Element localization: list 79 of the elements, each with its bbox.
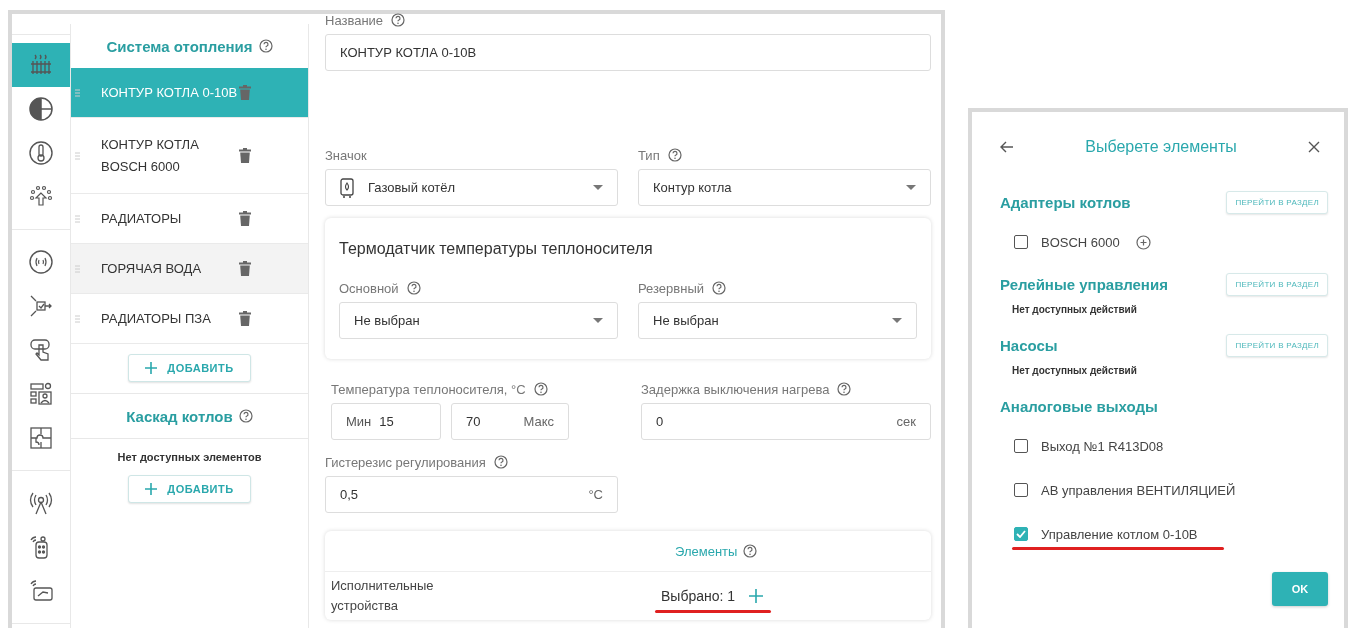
dialog-title: Выберете элементы [1085,138,1237,156]
back-arrow-icon[interactable] [1000,141,1014,153]
section-title: Насосы [1000,336,1058,354]
field-label: Основной [339,280,399,296]
plus-icon [145,362,158,374]
trash-icon[interactable] [239,148,251,163]
input-field[interactable]: КОНТУР КОТЛА 0-10В [325,34,931,71]
close-icon[interactable] [1308,141,1320,153]
drag-handle-icon[interactable] [75,151,80,160]
help-icon[interactable] [837,382,852,396]
help-icon[interactable] [743,544,758,558]
checkbox-label: АВ управления ВЕНТИЛЯЦИЕЙ [1041,482,1236,498]
nav-icon [28,425,54,451]
select-field[interactable]: Газовый котёл [325,169,618,206]
section-title: Каскад котлов [126,407,233,425]
empty-message: Нет доступных действий [1011,303,1138,317]
checkbox[interactable] [1014,527,1028,541]
field-label: Тип [638,147,660,163]
field-label: Название [325,12,384,28]
list-item[interactable]: РАДИАТОРЫ ПЗА [71,294,308,344]
select-field[interactable]: Контур котла [638,169,931,206]
nav-icon [28,140,54,166]
column-heading: Элементы [675,543,738,559]
help-icon[interactable] [493,455,508,469]
trash-icon[interactable] [239,211,251,226]
empty-message: Нет доступных элементов [116,450,263,465]
help-icon[interactable] [391,13,406,27]
input-field[interactable]: 0,5 °C [325,476,618,513]
section-title: Система отопления [106,37,253,55]
empty-message: Нет доступных действий [1011,364,1138,378]
input-field[interactable]: 70 Макс [451,403,569,440]
section-title: Релейные управления [1000,275,1168,293]
selected-count: Выбрано: 1 [661,588,736,604]
checkbox[interactable] [1014,439,1028,453]
dropdown-caret-icon [892,318,902,323]
card-title: Термодатчик температуры теплоносителя [339,240,654,258]
dropdown-caret-icon [906,185,916,190]
help-icon[interactable] [238,409,253,423]
trash-icon[interactable] [239,261,251,276]
field-label: Значок [325,147,367,163]
help-icon[interactable] [667,148,682,162]
nav-icon [28,96,54,122]
nav-icon [28,249,54,275]
nav-icon [28,578,54,604]
list-item[interactable]: КОНТУР КОТЛА BOSCH 6000 [71,118,308,194]
select-field[interactable]: Не выбран [339,302,618,339]
row-label: Исполнительные устройства [331,577,435,615]
boiler-icon [340,177,354,198]
field-label: Гистерезис регулирования [325,454,486,470]
trash-icon[interactable] [239,311,251,326]
check-icon [1016,530,1026,538]
nav-icon [28,293,54,319]
help-icon[interactable] [712,281,726,295]
dropdown-caret-icon [593,185,603,190]
help-icon[interactable] [533,382,548,396]
drag-handle-icon[interactable] [75,88,80,97]
section-title: Адаптеры котлов [1000,193,1131,211]
help-icon[interactable] [258,39,273,53]
drag-handle-icon[interactable] [75,214,80,223]
checkbox[interactable] [1014,483,1028,497]
plus-icon [145,483,158,495]
field-label: Задержка выключения нагрева [641,381,830,397]
checkbox-label: Управление котлом 0-10В [1041,526,1198,542]
input-field[interactable]: 0 сек [641,403,931,440]
list-item[interactable]: ГОРЯЧАЯ ВОДА [71,244,308,294]
input-field[interactable]: Мин 15 [331,403,441,440]
field-label: Резервный [638,280,704,296]
drag-handle-icon[interactable] [75,314,80,323]
checkbox[interactable] [1014,235,1028,249]
plus-circle-icon[interactable] [1135,234,1151,250]
section-title: Аналоговые выходы [1000,397,1158,415]
checkbox-label: Выход №1 R413D08 [1041,438,1164,454]
help-icon[interactable] [406,281,421,295]
select-field[interactable]: Не выбран [638,302,917,339]
nav-icon [28,490,54,516]
dropdown-caret-icon [593,318,603,323]
field-label: Температура теплоносителя, °C [331,381,526,397]
checkbox-label: BOSCH 6000 [1041,234,1120,250]
nav-icon [28,381,54,407]
